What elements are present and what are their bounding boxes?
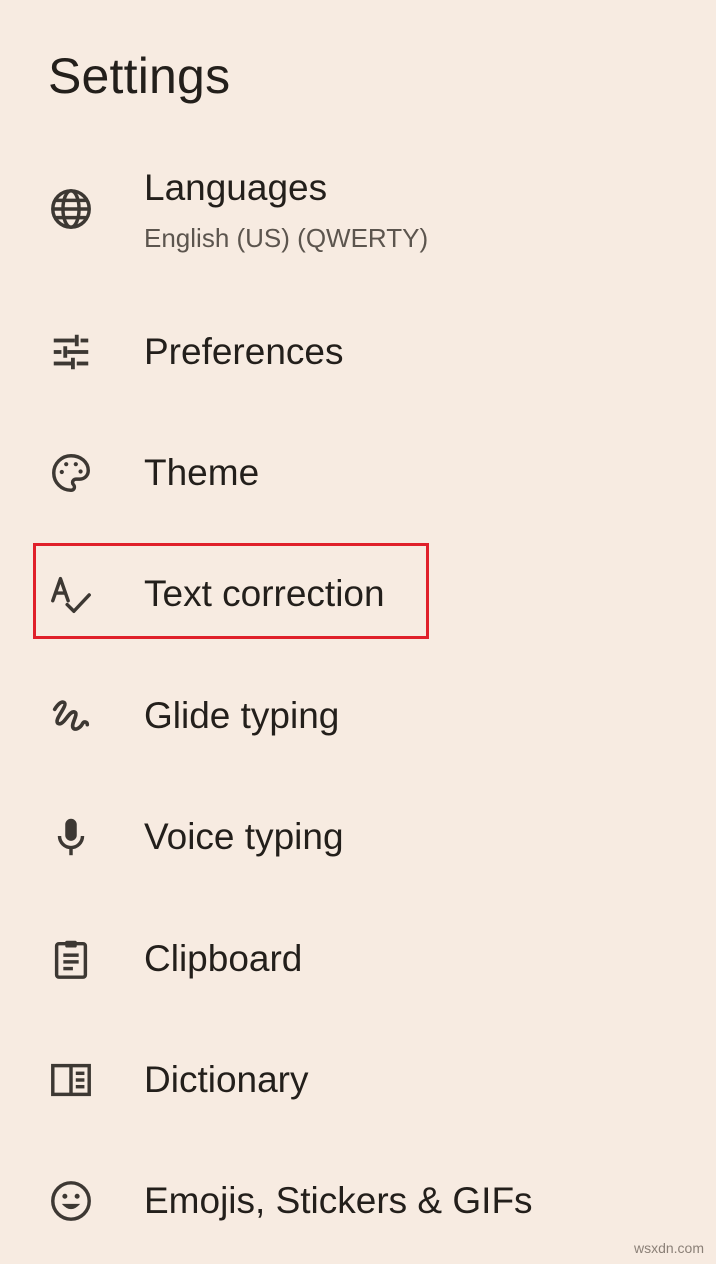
settings-item-text-correction[interactable]: Text correction [0, 546, 716, 642]
tune-sliders-icon [48, 329, 94, 375]
settings-item-dictionary[interactable]: Dictionary [0, 1032, 716, 1128]
palette-icon [48, 450, 94, 496]
settings-item-label: Voice typing [144, 816, 344, 857]
settings-item-languages[interactable]: Languages English (US) (QWERTY) [0, 160, 716, 256]
page-title: Settings [48, 48, 231, 104]
settings-item-label: Glide typing [144, 695, 340, 736]
settings-item-emojis-stickers-gifs[interactable]: Emojis, Stickers & GIFs [0, 1153, 716, 1249]
emoji-smile-icon [48, 1178, 94, 1224]
book-icon [48, 1057, 94, 1103]
settings-item-clipboard[interactable]: Clipboard [0, 911, 716, 1007]
settings-item-label: Theme [144, 452, 260, 493]
gesture-icon [48, 693, 94, 739]
settings-item-label: Preferences [144, 331, 344, 372]
settings-item-label: Languages [144, 167, 328, 208]
settings-item-voice-typing[interactable]: Voice typing [0, 789, 716, 885]
microphone-icon [48, 814, 94, 860]
settings-item-label: Emojis, Stickers & GIFs [144, 1180, 533, 1221]
spellcheck-icon [48, 571, 94, 617]
settings-item-label: Text correction [144, 573, 385, 614]
settings-item-label: Dictionary [144, 1059, 309, 1100]
settings-item-theme[interactable]: Theme [0, 425, 716, 521]
watermark: wsxdn.com [633, 1240, 704, 1256]
globe-icon [48, 186, 94, 232]
clipboard-icon [48, 936, 94, 982]
settings-item-preferences[interactable]: Preferences [0, 304, 716, 400]
settings-item-glide-typing[interactable]: Glide typing [0, 668, 716, 764]
settings-item-sublabel: English (US) (QWERTY) [144, 223, 429, 253]
settings-item-label: Clipboard [144, 938, 303, 979]
